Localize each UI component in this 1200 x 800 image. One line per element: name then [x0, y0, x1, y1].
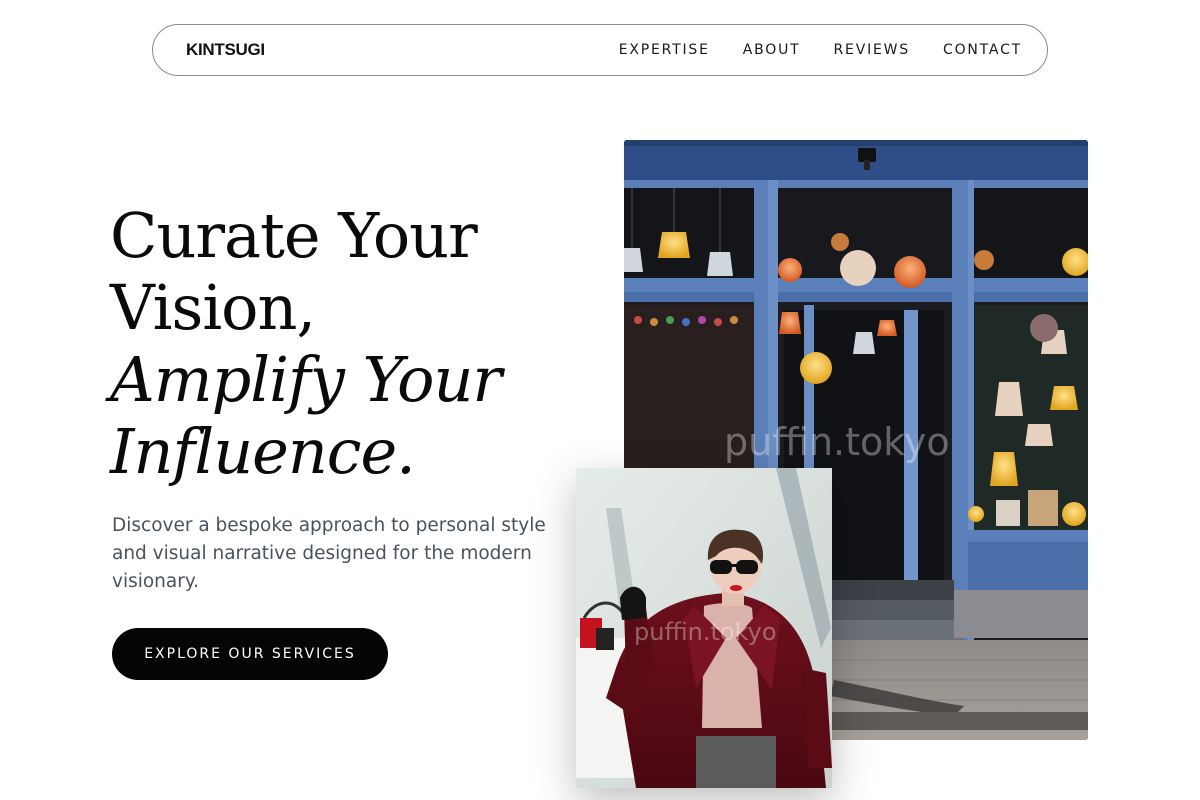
headline-line-1: Curate Your [110, 199, 478, 272]
nav-link-reviews[interactable]: REVIEWS [834, 42, 910, 58]
nav-link-expertise[interactable]: EXPERTISE [619, 42, 710, 58]
hero-headline: Curate Your Vision, Amplify Your Influen… [110, 200, 590, 488]
page: KINTSUGI EXPERTISE ABOUT REVIEWS CONTACT… [0, 0, 1200, 800]
hero-description: Discover a bespoke approach to personal … [112, 515, 546, 592]
storefront-watermark: puffin.tokyo [724, 420, 950, 464]
top-nav: KINTSUGI EXPERTISE ABOUT REVIEWS CONTACT [152, 24, 1048, 76]
headline-line-3: Amplify Your [110, 343, 502, 416]
fashion-model-photo: puffin.tokyo [576, 468, 832, 788]
model-watermark: puffin.tokyo [634, 618, 777, 646]
headline-line-4: Influence. [110, 415, 416, 488]
headline-line-2: Vision, [110, 271, 316, 344]
nav-link-about[interactable]: ABOUT [743, 42, 801, 58]
nav-link-contact[interactable]: CONTACT [943, 42, 1022, 58]
explore-services-button[interactable]: EXPLORE OUR SERVICES [112, 628, 388, 680]
nav-links: EXPERTISE ABOUT REVIEWS CONTACT [619, 42, 1022, 58]
brand-logo[interactable]: KINTSUGI [186, 40, 265, 60]
